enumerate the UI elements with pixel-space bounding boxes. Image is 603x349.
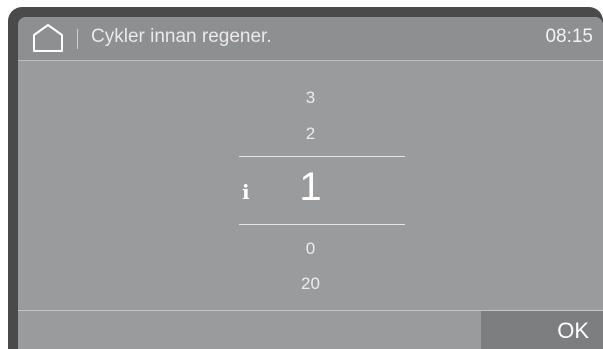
page-title: Cykler innan regener. bbox=[91, 26, 272, 47]
header-divider bbox=[77, 29, 78, 49]
ok-button[interactable]: OK bbox=[481, 311, 603, 349]
header-bar: Cykler innan regener. 08:15 bbox=[18, 17, 603, 61]
picker-selection-top-line bbox=[239, 156, 405, 157]
picker-option-above-2[interactable]: 3 bbox=[18, 88, 603, 108]
footer-bar: OK bbox=[18, 310, 603, 349]
picker-option-below-2[interactable]: 20 bbox=[18, 274, 603, 294]
home-button[interactable] bbox=[28, 23, 68, 53]
picker-option-above-1[interactable]: 2 bbox=[18, 124, 603, 144]
clock: 08:15 bbox=[545, 26, 593, 47]
home-icon bbox=[33, 24, 63, 52]
display-screen: Cykler innan regener. 08:15 3 2 i 1 0 20… bbox=[18, 17, 603, 349]
picker-option-below-1[interactable]: 0 bbox=[18, 239, 603, 259]
picker-selection-bottom-line bbox=[239, 224, 405, 225]
device-frame: Cykler innan regener. 08:15 3 2 i 1 0 20… bbox=[8, 7, 603, 349]
picker-selected-value[interactable]: 1 bbox=[18, 165, 603, 210]
